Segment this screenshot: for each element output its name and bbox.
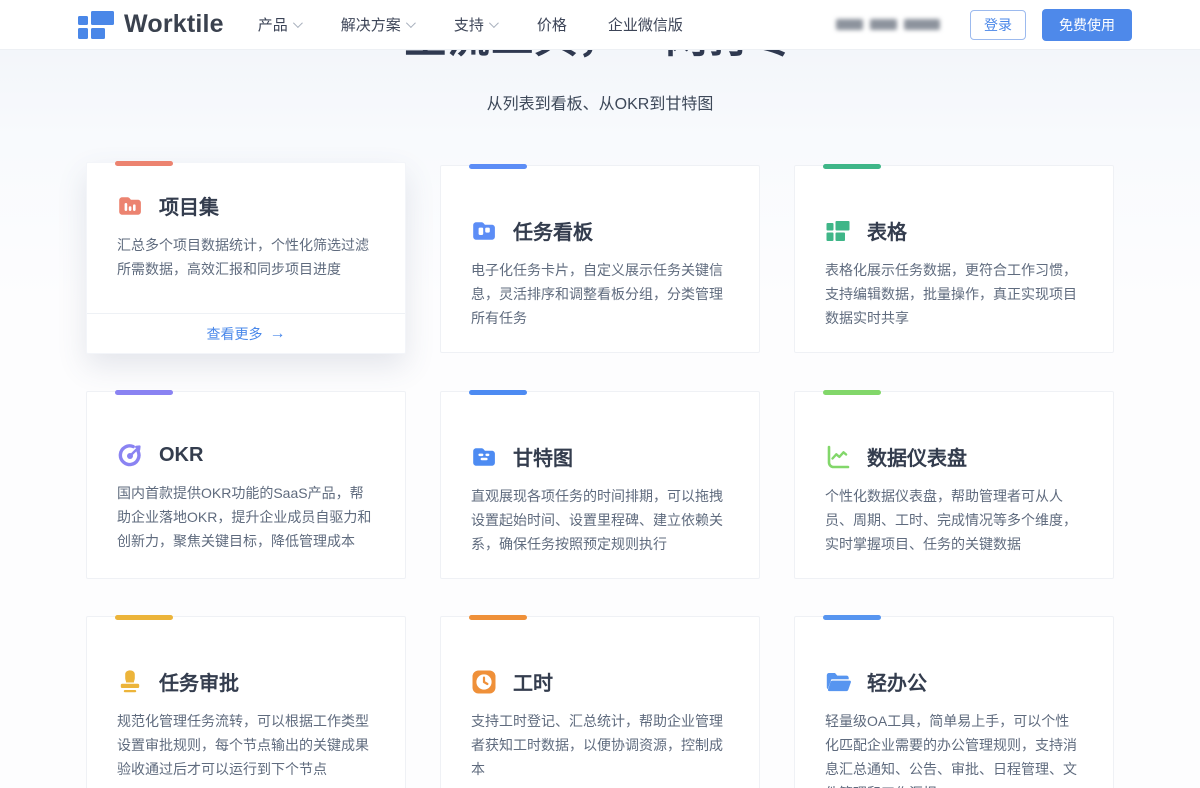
card-title: 任务审批 <box>159 667 239 696</box>
card-accent-bar <box>469 390 527 395</box>
feature-card-approval[interactable]: 任务审批 规范化管理任务流转，可以根据工作类型设置审批规则，每个节点输出的关键成… <box>86 616 406 788</box>
brand-name: Worktile <box>124 10 224 39</box>
nav-item-solutions[interactable]: 解决方案 <box>341 14 413 35</box>
open-folder-icon <box>825 669 851 695</box>
card-title: 工时 <box>513 667 553 696</box>
nav-item-products[interactable]: 产品 <box>258 14 300 35</box>
nav-item-pricing[interactable]: 价格 <box>537 14 567 35</box>
card-description: 汇总多个项目数据统计，个性化筛选过滤所需数据，高效汇报和同步项目进度 <box>117 233 375 281</box>
card-description: 国内首款提供OKR功能的SaaS产品，帮助企业落地OKR，提升企业成员自驱力和创… <box>117 481 375 553</box>
card-title: OKR <box>159 444 203 467</box>
feature-card-kanban[interactable]: 任务看板 电子化任务卡片，自定义展示任务关键信息，灵活排序和调整看板分组，分类管… <box>440 165 760 353</box>
main-nav: 产品 解决方案 支持 价格 企业微信版 <box>258 14 683 35</box>
card-description: 表格化展示任务数据，更符合工作习惯，支持编辑数据，批量操作，真正实现项目数据实时… <box>825 258 1083 330</box>
kanban-icon <box>471 218 497 244</box>
clock-icon <box>471 669 497 695</box>
card-accent-bar <box>115 390 173 395</box>
card-accent-bar <box>115 161 173 166</box>
feature-card-project-set[interactable]: 项目集 汇总多个项目数据统计，个性化筛选过滤所需数据，高效汇报和同步项目进度 查… <box>86 162 406 354</box>
approval-stamp-icon <box>117 669 143 695</box>
card-description: 电子化任务卡片，自定义展示任务关键信息，灵活排序和调整看板分组，分类管理所有任务 <box>471 258 729 330</box>
feature-card-timesheet[interactable]: 工时 支持工时登记、汇总统计，帮助企业管理者获知工时数据，以便协调资源，控制成本 <box>440 616 760 788</box>
gantt-icon <box>471 444 497 470</box>
card-accent-bar <box>469 164 527 169</box>
feature-card-table[interactable]: 表格 表格化展示任务数据，更符合工作习惯，支持编辑数据，批量操作，真正实现项目数… <box>794 165 1114 353</box>
login-button[interactable]: 登录 <box>970 10 1026 40</box>
card-title: 轻办公 <box>867 667 927 696</box>
feature-card-okr[interactable]: OKR 国内首款提供OKR功能的SaaS产品，帮助企业落地OKR，提升企业成员自… <box>86 391 406 579</box>
dashboard-chart-icon <box>825 444 851 470</box>
card-title: 甘特图 <box>513 442 573 471</box>
card-accent-bar <box>469 615 527 620</box>
top-navbar: Worktile 产品 解决方案 支持 价格 企业微信版 登录 免费使用 <box>0 0 1200 50</box>
card-accent-bar <box>823 164 881 169</box>
section-subtitle: 从列表到看板、从OKR到甘特图 <box>0 90 1200 114</box>
table-icon <box>825 218 851 244</box>
card-title: 项目集 <box>159 191 219 220</box>
arrow-right-icon: → <box>270 326 286 342</box>
card-title: 表格 <box>867 216 907 245</box>
feature-card-gantt[interactable]: 甘特图 直观展现各项任务的时间排期，可以拖拽设置起始时间、设置里程碑、建立依赖关… <box>440 391 760 579</box>
view-more-link[interactable]: 查看更多 → <box>87 313 405 353</box>
card-title: 数据仪表盘 <box>867 442 967 471</box>
card-accent-bar <box>823 615 881 620</box>
chevron-down-icon <box>293 18 303 28</box>
worktile-logo-icon <box>78 11 114 39</box>
feature-card-light-office[interactable]: 轻办公 轻量级OA工具，简单易上手，可以个性化匹配企业需要的办公管理规则，支持消… <box>794 616 1114 788</box>
feature-card-grid: 项目集 汇总多个项目数据统计，个性化筛选过滤所需数据，高效汇报和同步项目进度 查… <box>86 165 1114 788</box>
card-description: 规范化管理任务流转，可以根据工作类型设置审批规则，每个节点输出的关键成果验收通过… <box>117 709 375 781</box>
chevron-down-icon <box>406 18 416 28</box>
card-accent-bar <box>115 615 173 620</box>
feature-card-dashboard[interactable]: 数据仪表盘 个性化数据仪表盘，帮助管理者可从人员、周期、工时、完成情况等多个维度… <box>794 391 1114 579</box>
project-set-icon <box>117 193 143 219</box>
nav-item-wechat-work[interactable]: 企业微信版 <box>608 14 683 35</box>
nav-item-support[interactable]: 支持 <box>454 14 496 35</box>
free-trial-button[interactable]: 免费使用 <box>1042 9 1132 41</box>
card-description: 直观展现各项任务的时间排期，可以拖拽设置起始时间、设置里程碑、建立依赖关系，确保… <box>471 484 729 556</box>
okr-target-icon <box>117 442 143 468</box>
card-accent-bar <box>823 390 881 395</box>
card-title: 任务看板 <box>513 216 593 245</box>
header-actions: 登录 免费使用 <box>836 9 1132 41</box>
phone-number-redacted <box>836 19 940 30</box>
card-description: 支持工时登记、汇总统计，帮助企业管理者获知工时数据，以便协调资源，控制成本 <box>471 709 729 781</box>
worktile-logo[interactable]: Worktile <box>78 10 224 39</box>
chevron-down-icon <box>489 18 499 28</box>
card-description: 轻量级OA工具，简单易上手，可以个性化匹配企业需要的办公管理规则，支持消息汇总通… <box>825 709 1083 788</box>
card-description: 个性化数据仪表盘，帮助管理者可从人员、周期、工时、完成情况等多个维度，实时掌握项… <box>825 484 1083 556</box>
